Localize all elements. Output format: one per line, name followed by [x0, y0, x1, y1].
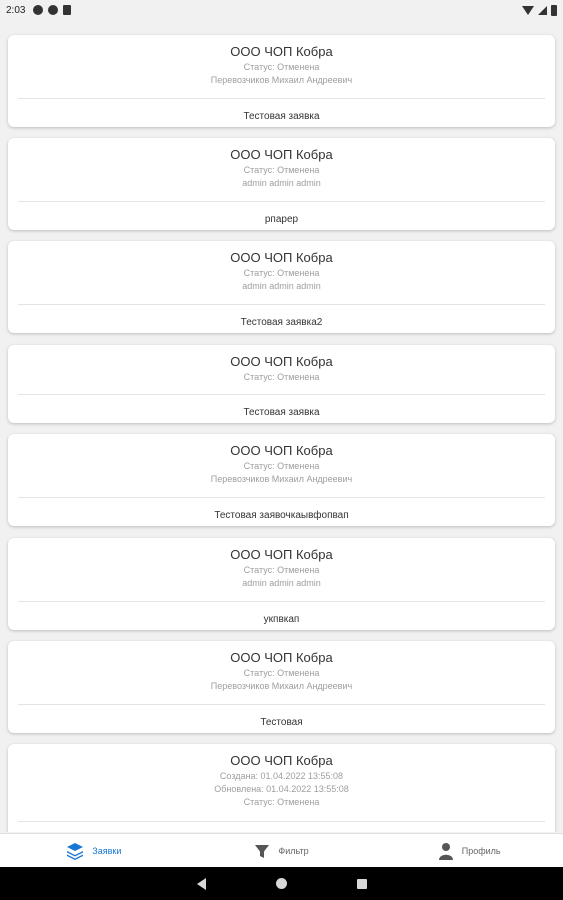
card-divider — [18, 821, 545, 822]
card-company-title: ООО ЧОП Кобра — [230, 443, 333, 458]
card-detail-line: Статус: Отменена — [243, 668, 320, 678]
person-icon — [438, 842, 453, 860]
card-company-title: ООО ЧОП Кобра — [230, 547, 333, 562]
nav-filter[interactable]: Фильтр — [188, 834, 376, 867]
card-detail-line: Статус: Отменена — [243, 565, 320, 575]
request-card[interactable]: ООО ЧОП Кобра Статус: Отменена admin admin… — [8, 538, 555, 630]
card-detail-line: Статус: Отменена — [243, 461, 320, 471]
status-bar: 2:03 — [0, 0, 563, 20]
request-card[interactable]: ООО ЧОП Кобра Статус: Отменена Перевозчико… — [8, 434, 555, 526]
card-divider — [18, 201, 545, 202]
card-request-name: Тестовая заявка — [243, 111, 320, 122]
card-detail-line: Перевозчиков Михаил Андреевич — [210, 681, 353, 691]
card-company-title: ООО ЧОП Кобра — [230, 650, 333, 665]
nav-requests-label: Заявки — [92, 845, 122, 856]
card-request-name: рпарер — [264, 214, 299, 225]
nav-filter-label: Фильтр — [278, 845, 309, 856]
layers-icon — [67, 842, 84, 860]
bottom-navigation: Заявки Фильтр Профиль — [0, 833, 563, 867]
card-request-name: Тестовая заявочкаывфопвап — [214, 510, 349, 521]
card-detail-line: Статус: Отменена — [243, 62, 320, 72]
recents-icon[interactable] — [356, 878, 367, 889]
card-divider — [18, 98, 545, 99]
card-detail-line: Статус: Отменена — [243, 268, 320, 278]
sd-card-icon — [63, 5, 72, 15]
card-company-title: ООО ЧОП Кобра — [230, 44, 333, 59]
card-detail-line: Перевозчиков Михаил Андреевич — [210, 75, 353, 85]
card-detail-line: Статус: Отменена — [243, 797, 320, 807]
requests-list[interactable]: ООО ЧОП Кобра Статус: Отменена Перевозчико… — [0, 28, 563, 832]
card-request-name: Тестовая заявка — [243, 407, 320, 418]
card-divider — [18, 601, 545, 602]
card-company-title: ООО ЧОП Кобра — [230, 354, 333, 369]
status-time: 2:03 — [6, 4, 26, 16]
card-divider — [18, 704, 545, 705]
filter-icon — [255, 844, 270, 858]
home-icon[interactable] — [275, 878, 287, 889]
request-card[interactable]: ООО ЧОП Кобра Статус: Отменена Перевозчико… — [8, 641, 555, 733]
nav-profile-label: Профиль — [461, 845, 501, 856]
card-company-title: ООО ЧОП Кобра — [230, 147, 333, 162]
wifi-icon — [522, 5, 534, 15]
notification-p-icon — [48, 5, 59, 15]
card-request-name: Тестовая — [260, 717, 303, 728]
nav-requests[interactable]: Заявки — [0, 834, 188, 867]
card-detail-line: admin admin admin — [242, 178, 321, 188]
card-divider — [18, 304, 545, 305]
card-detail-line: admin admin admin — [242, 578, 321, 588]
card-request-name: Тестовая заявка2 — [240, 317, 323, 328]
battery-icon — [551, 4, 557, 16]
nav-profile[interactable]: Профиль — [375, 834, 563, 867]
card-detail-line: Статус: Отменена — [243, 372, 320, 382]
request-card[interactable]: ООО ЧОП Кобра Статус: Отменена Перевозчико… — [8, 35, 555, 127]
signal-icon — [538, 5, 547, 15]
request-card[interactable]: ООО ЧОП Кобра Статус: Отменена admin admin… — [8, 241, 555, 333]
card-company-title: ООО ЧОП Кобра — [230, 250, 333, 265]
card-request-name: укпвкап — [263, 614, 300, 625]
back-icon[interactable] — [196, 877, 206, 890]
card-detail-line: Обновлена: 01.04.2022 13:55:08 — [214, 784, 349, 794]
card-detail-line: Перевозчиков Михаил Андреевич — [210, 474, 353, 484]
request-card[interactable]: ООО ЧОП Кобра Статус: Отменена Тестовая за… — [8, 345, 555, 423]
system-navigation-bar — [0, 867, 563, 900]
card-company-title: ООО ЧОП Кобра — [230, 753, 333, 768]
card-detail-line: admin admin admin — [242, 281, 321, 291]
request-card[interactable]: ООО ЧОП Кобра Статус: Отменена admin admin… — [8, 138, 555, 230]
card-detail-line: Создана: 01.04.2022 13:55:08 — [219, 771, 344, 781]
request-card[interactable]: ООО ЧОП Кобра Создана: 01.04.2022 13:55:0… — [8, 744, 555, 832]
card-divider — [18, 497, 545, 498]
notification-a-icon — [33, 5, 44, 15]
card-detail-line: Статус: Отменена — [243, 165, 320, 175]
card-divider — [18, 394, 545, 395]
